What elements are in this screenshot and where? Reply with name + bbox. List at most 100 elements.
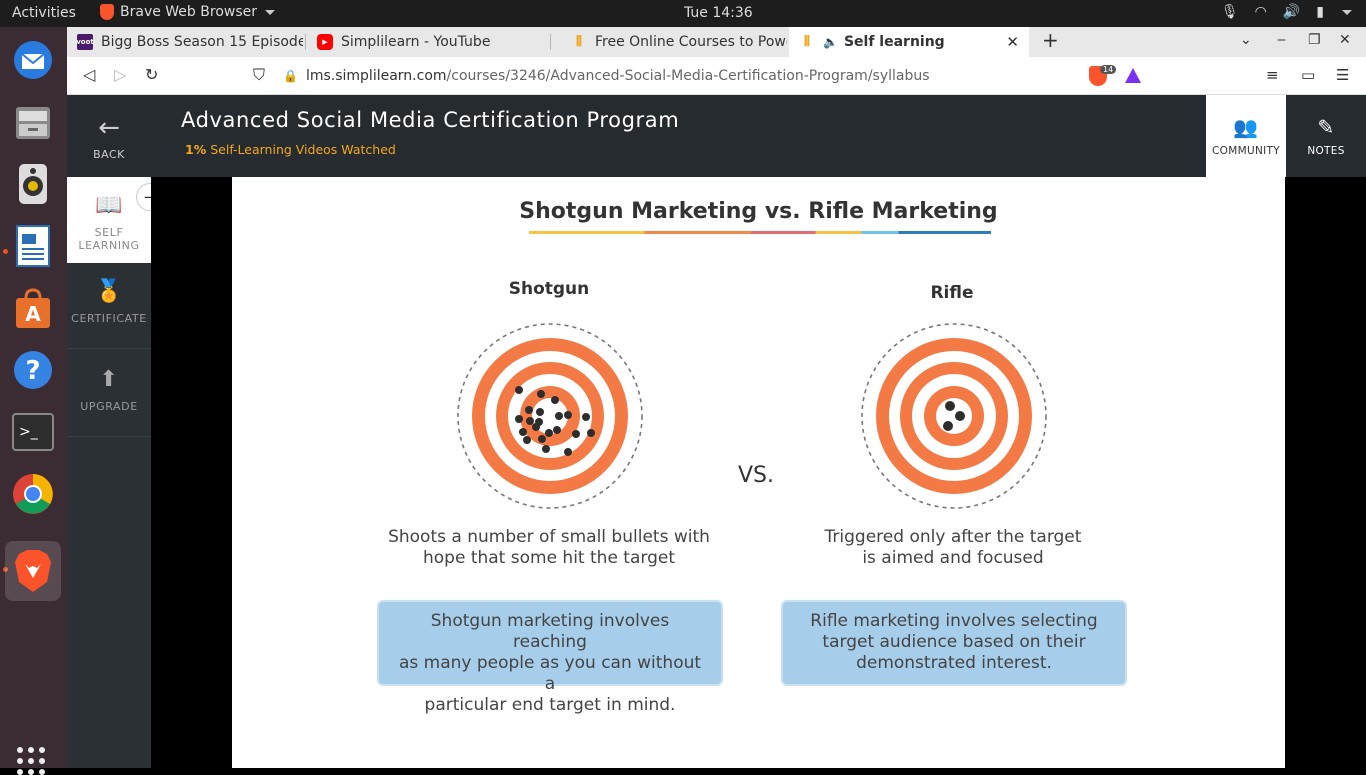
course-header: ← BACK Advanced Social Media Certificati…: [67, 95, 1366, 177]
box-line: as many people as you can without a: [398, 653, 702, 694]
libreoffice-writer-icon[interactable]: [8, 221, 58, 271]
versus-label: VS.: [738, 463, 775, 488]
wallet-icon[interactable]: ▭: [1301, 66, 1315, 84]
show-applications-button[interactable]: [17, 747, 45, 775]
maximize-button[interactable]: ❐: [1308, 32, 1321, 48]
back-button[interactable]: ← BACK: [67, 95, 151, 177]
rifle-definition-box: Rifle marketing involves selecting targe…: [781, 600, 1127, 686]
lock-icon: 🔒: [283, 69, 298, 83]
wifi-icon: ◠: [1254, 4, 1267, 20]
tab-divider: [550, 34, 551, 50]
community-icon: 👥: [1233, 115, 1259, 139]
upgrade-icon: ⬆: [99, 367, 119, 392]
tab-divider: [305, 34, 306, 50]
volume-icon: 🔊: [1282, 4, 1301, 20]
nav-label: UPGRADE: [80, 400, 138, 413]
desc-line: is aimed and focused: [862, 548, 1044, 568]
url-host: lms.simplilearn.com: [305, 68, 447, 84]
forward-arrow-icon[interactable]: ▷: [114, 65, 126, 84]
youtube-icon: ▶: [317, 34, 333, 50]
tab-strip: voot Bigg Boss Season 15 Episode ▶ Simpl…: [67, 27, 1366, 57]
community-label: COMMUNITY: [1212, 145, 1280, 157]
box-line: demonstrated interest.: [856, 653, 1052, 673]
tab-free-courses[interactable]: ⦀ Free Online Courses to Power: [561, 27, 787, 57]
tab-voot[interactable]: voot Bigg Boss Season 15 Episode: [67, 27, 303, 57]
tab-label: Simplilearn - YouTube: [341, 34, 491, 50]
back-label: BACK: [93, 148, 125, 161]
browser-toolbar: ◁ ▷ ↻ ⛉ 🔒 lms.simplilearn.com/courses/32…: [67, 57, 1366, 95]
rifle-description: Triggered only after the target is aimed…: [783, 527, 1123, 569]
bookmark-icon[interactable]: ⛉: [253, 65, 265, 85]
nav-certificate[interactable]: 🏅 CERTIFICATE: [67, 263, 151, 349]
svg-text:A: A: [25, 302, 41, 326]
app-menu-label: Brave Web Browser: [120, 4, 257, 20]
microphone-icon: 🎙: [1220, 4, 1239, 20]
new-tab-button[interactable]: +: [1042, 28, 1059, 52]
slide-title: Shotgun Marketing vs. Rifle Marketing: [519, 199, 998, 224]
activities-button[interactable]: Activities: [12, 5, 76, 21]
edit-icon: ✎: [1317, 115, 1335, 139]
software-center-icon[interactable]: A: [8, 283, 58, 333]
svg-text:?: ?: [25, 356, 40, 386]
arrow-left-icon: ←: [98, 113, 120, 143]
voot-icon: voot: [76, 34, 94, 50]
chrome-icon[interactable]: [8, 469, 58, 519]
nav-label: LEARNING: [78, 239, 140, 252]
tab-search-icon[interactable]: ⌄: [1240, 32, 1252, 48]
shotgun-target-icon: [457, 323, 643, 509]
tab-label: Self learning: [843, 34, 945, 50]
brave-icon: [100, 4, 114, 20]
nav-upgrade[interactable]: ⬆ UPGRADE: [67, 351, 151, 437]
close-tab-icon[interactable]: ✕: [1006, 33, 1019, 51]
tab-label: Bigg Boss Season 15 Episode: [101, 34, 303, 50]
tab-self-learning[interactable]: ⦀ 🔈 Self learning ✕: [789, 27, 1029, 57]
battery-icon: ▮: [1316, 4, 1324, 20]
tab-label: Free Online Courses to Power: [595, 34, 787, 50]
progress-percent: 1%: [185, 142, 207, 157]
reload-icon[interactable]: ↻: [145, 65, 158, 84]
chevron-down-icon: [1342, 10, 1352, 15]
system-tray[interactable]: 🎙 ◠ 🔊 ▮: [1221, 4, 1352, 20]
rifle-label: Rifle: [930, 283, 974, 303]
desc-line: Triggered only after the target: [824, 527, 1082, 547]
rhythmbox-icon[interactable]: [8, 159, 58, 209]
clock[interactable]: Tue 14:36: [684, 5, 753, 21]
terminal-icon[interactable]: >_: [8, 407, 58, 457]
course-sidebar: 📖 SELF LEARNING 🏅 CERTIFICATE ⬆ UPGRADE: [67, 177, 151, 768]
back-arrow-icon[interactable]: ◁: [83, 65, 95, 84]
certificate-lock-icon: 🏅: [95, 279, 123, 304]
shotgun-label: Shotgun: [508, 279, 590, 299]
brave-browser-icon[interactable]: [5, 541, 61, 601]
shields-count-badge: 14: [1100, 65, 1117, 74]
notes-button[interactable]: ✎ NOTES: [1286, 95, 1366, 177]
minimize-button[interactable]: ‒: [1277, 32, 1286, 48]
help-icon[interactable]: ?: [8, 345, 58, 395]
svg-text:>_: >_: [19, 424, 39, 440]
thunderbird-icon[interactable]: [8, 35, 58, 85]
address-bar[interactable]: 🔒 lms.simplilearn.com/courses/3246/Advan…: [283, 61, 1083, 91]
shotgun-definition-box: Shotgun marketing involves reaching as m…: [377, 600, 723, 715]
title-underline: [529, 231, 991, 234]
lesson-slide: Shotgun Marketing vs. Rifle Marketing Sh…: [232, 177, 1285, 768]
files-icon[interactable]: [8, 97, 58, 147]
progress-status: 1% Self-Learning Videos Watched: [185, 142, 396, 157]
nav-label: SELF: [94, 226, 124, 239]
progress-text: Self-Learning Videos Watched: [210, 142, 396, 157]
menu-icon[interactable]: ☰: [1336, 66, 1349, 84]
tab-youtube[interactable]: ▶ Simplilearn - YouTube: [307, 27, 549, 57]
brave-rewards-icon[interactable]: [1125, 68, 1141, 83]
playlist-icon[interactable]: ≡: [1266, 66, 1279, 84]
box-line: target audience based on their: [822, 632, 1086, 652]
close-window-button[interactable]: ✕: [1339, 32, 1351, 48]
community-button[interactable]: 👥 COMMUNITY: [1206, 95, 1286, 177]
box-line: Shotgun marketing involves reaching: [430, 611, 670, 652]
url-path: /courses/3246/Advanced-Social-Media-Cert…: [446, 68, 930, 84]
chevron-down-icon: [265, 9, 275, 15]
shotgun-description: Shoots a number of small bullets with ho…: [379, 527, 719, 569]
app-menu[interactable]: Brave Web Browser: [100, 4, 275, 20]
rifle-target-icon: [861, 323, 1047, 509]
simplilearn-icon: ⦀: [575, 34, 583, 50]
box-line: Rifle marketing involves selecting: [810, 611, 1098, 631]
course-title: Advanced Social Media Certification Prog…: [181, 108, 680, 132]
system-top-bar: Activities Brave Web Browser Tue 14:36 🎙…: [0, 0, 1366, 27]
